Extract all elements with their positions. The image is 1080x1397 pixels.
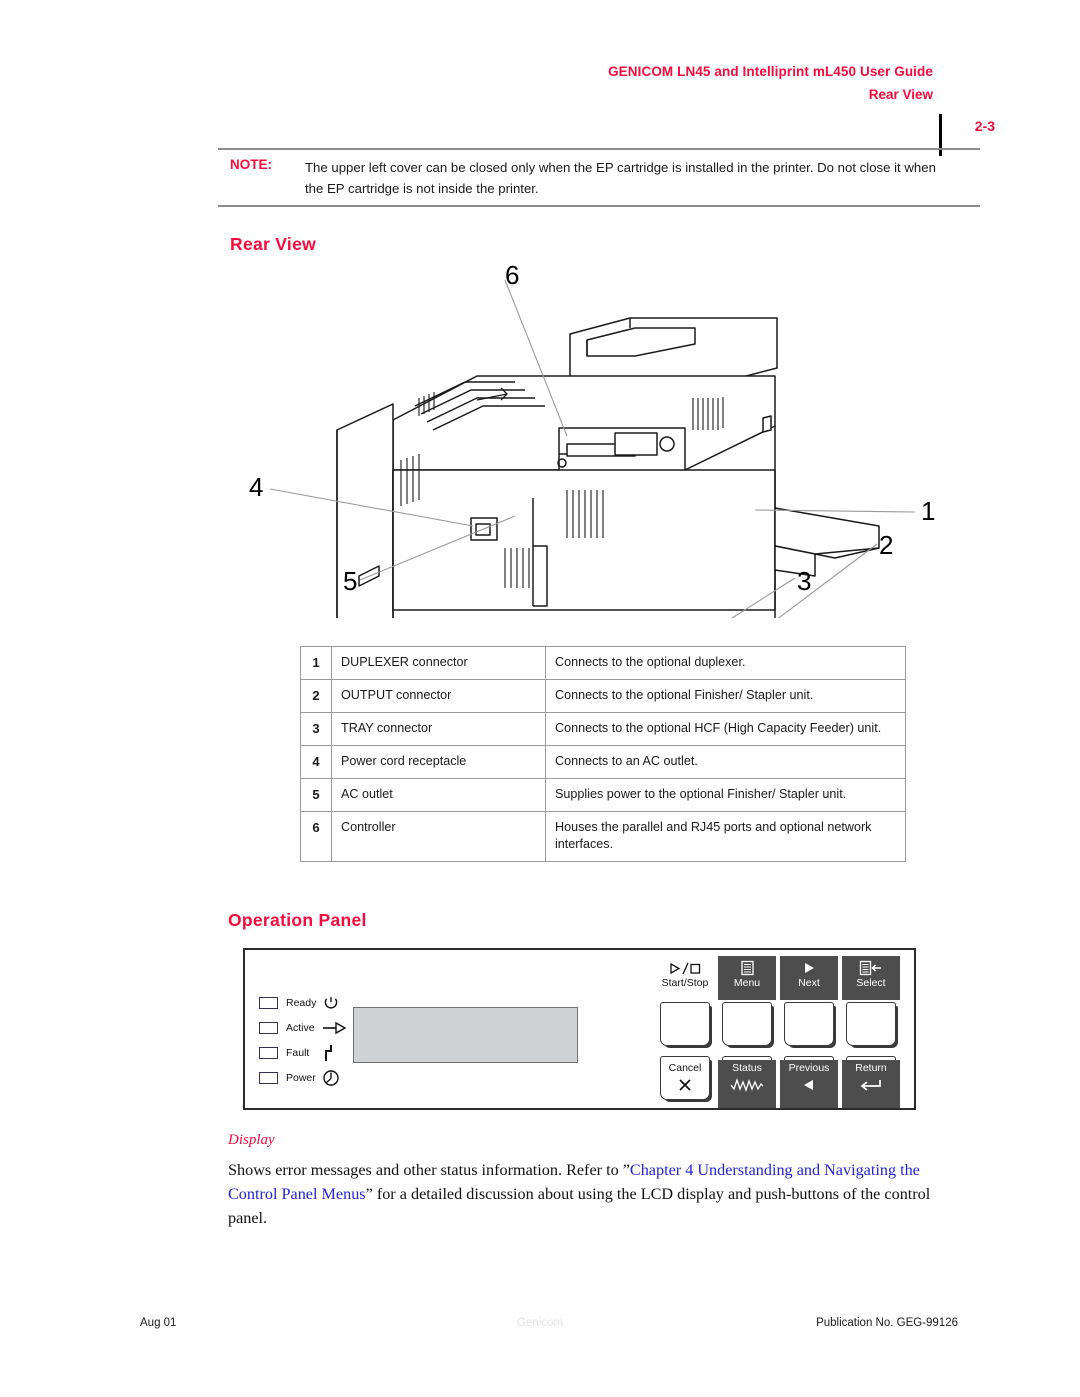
printer-line-art [269, 279, 916, 618]
header-title: GENICOM LN45 and Intelliprint mL450 User… [608, 64, 933, 79]
button-column-3: Next Previous [780, 950, 838, 1110]
menu-button[interactable] [722, 1002, 772, 1046]
page-header: GENICOM LN45 and Intelliprint mL450 User… [0, 56, 1080, 156]
lcd-display [353, 1007, 578, 1063]
led-label: Active [286, 1021, 315, 1034]
printer-rear-view-figure: 6 4 5 1 2 3 [215, 258, 985, 618]
row-description: Connects to the optional Finisher/ Stapl… [545, 679, 906, 713]
callout-6: 6 [505, 260, 520, 290]
operation-panel-figure: Ready Active Fault Power Start/Stop Canc… [243, 948, 916, 1110]
previous-caption: Previous [780, 1060, 838, 1108]
button-label: Start/Stop [661, 977, 709, 989]
button-column-4: Select Return [842, 950, 900, 1110]
footer-publication: Publication No. GEG-99126 [816, 1317, 958, 1329]
button-label: Select [856, 977, 886, 989]
row-number: 2 [300, 679, 332, 713]
row-number: 5 [300, 778, 332, 812]
header-divider-bar [939, 114, 942, 156]
callout-3: 3 [797, 566, 812, 596]
select-button[interactable] [846, 1002, 896, 1046]
next-caption: Next [780, 956, 838, 1000]
start-stop-caption: Start/Stop [656, 956, 714, 1000]
prose-text-before: Shows error messages and other status in… [228, 1161, 623, 1179]
menu-list-icon [718, 958, 776, 977]
row-description: Supplies power to the optional Finisher/… [545, 778, 906, 812]
button-label: Previous [788, 1062, 830, 1074]
note-rule-top [218, 148, 980, 150]
table-row: 5 AC outlet Supplies power to the option… [300, 778, 906, 812]
callout-4: 4 [249, 472, 264, 502]
row-number: 4 [300, 745, 332, 779]
quote-close: ” [365, 1185, 373, 1203]
table-row: 6 Controller Houses the parallel and RJ4… [300, 811, 906, 862]
button-label: Return [855, 1062, 887, 1074]
callout-1: 1 [921, 496, 936, 526]
left-triangle-icon [780, 1075, 838, 1094]
table-row: 4 Power cord receptacle Connects to an A… [300, 745, 906, 779]
led-lamp-box [259, 996, 278, 1009]
status-caption: Status [718, 1060, 776, 1108]
button-label: Menu [733, 977, 761, 989]
table-row: 2 OUTPUT connector Connects to the optio… [300, 679, 906, 713]
waveform-icon [718, 1075, 776, 1094]
ready-ring-icon [322, 994, 348, 1012]
button-label: Status [732, 1062, 762, 1074]
fault-bolt-icon [322, 1044, 348, 1062]
row-part: Power cord receptacle [331, 745, 546, 779]
callout-5: 5 [343, 566, 358, 596]
header-subtitle: Rear View [868, 87, 933, 102]
row-number: 3 [300, 712, 332, 746]
row-part: TRAY connector [331, 712, 546, 746]
enter-arrow-icon [842, 1075, 900, 1094]
callout-2: 2 [879, 530, 894, 560]
menu-caption: Menu [718, 956, 776, 1000]
note-label: NOTE: [230, 157, 272, 172]
x-icon [656, 1075, 714, 1094]
document-page: GENICOM LN45 and Intelliprint mL450 User… [0, 0, 1080, 1397]
quote-open: ” [622, 1161, 630, 1179]
row-part: Controller [331, 811, 546, 862]
row-part: AC outlet [331, 778, 546, 812]
control-button-grid: Start/Stop Cancel Menu Status Next Previ… [654, 950, 916, 1110]
cancel-caption: Cancel [656, 1060, 714, 1108]
operation-panel-heading: Operation Panel [228, 910, 367, 930]
page-number: 2-3 [974, 118, 995, 134]
table-row: 3 TRAY connector Connects to the optiona… [300, 712, 906, 746]
select-caption: Select [842, 956, 900, 1000]
button-column-1: Start/Stop Cancel [656, 950, 714, 1110]
row-description: Connects to an AC outlet. [545, 745, 906, 779]
row-description: Connects to the optional duplexer. [545, 646, 906, 680]
display-subheading: Display [228, 1132, 275, 1148]
row-part: DUPLEXER connector [331, 646, 546, 680]
note-rule-bottom [218, 205, 980, 207]
led-lamp-box [259, 1021, 278, 1034]
button-label: Next [798, 977, 820, 989]
power-circle-icon [322, 1069, 348, 1087]
led-label: Fault [286, 1046, 310, 1059]
rear-view-heading: Rear View [230, 234, 317, 254]
button-column-2: Menu Status [718, 950, 776, 1110]
next-button[interactable] [784, 1002, 834, 1046]
led-power: Power [259, 1065, 369, 1090]
row-description: Connects to the optional HCF (High Capac… [545, 712, 906, 746]
start-stop-button[interactable] [660, 1002, 710, 1046]
row-number: 6 [300, 811, 332, 862]
led-lamp-box [259, 1046, 278, 1059]
right-triangle-icon [780, 958, 838, 977]
row-number: 1 [300, 646, 332, 680]
row-description: Houses the parallel and RJ45 ports and o… [545, 811, 906, 862]
led-lamp-box [259, 1071, 278, 1084]
led-label: Ready [286, 996, 317, 1009]
select-list-arrow-icon [842, 958, 900, 977]
play-stop-icon [656, 958, 714, 977]
display-description: Shows error messages and other status in… [228, 1158, 973, 1230]
return-caption: Return [842, 1060, 900, 1108]
row-part: OUTPUT connector [331, 679, 546, 713]
button-label: Cancel [668, 1062, 702, 1074]
table-row: 1 DUPLEXER connector Connects to the opt… [300, 646, 906, 680]
note-text: The upper left cover can be closed only … [305, 160, 936, 196]
led-label: Power [286, 1071, 316, 1084]
rear-view-parts-table: 1 DUPLEXER connector Connects to the opt… [300, 646, 906, 862]
active-arrow-icon [322, 1019, 348, 1037]
